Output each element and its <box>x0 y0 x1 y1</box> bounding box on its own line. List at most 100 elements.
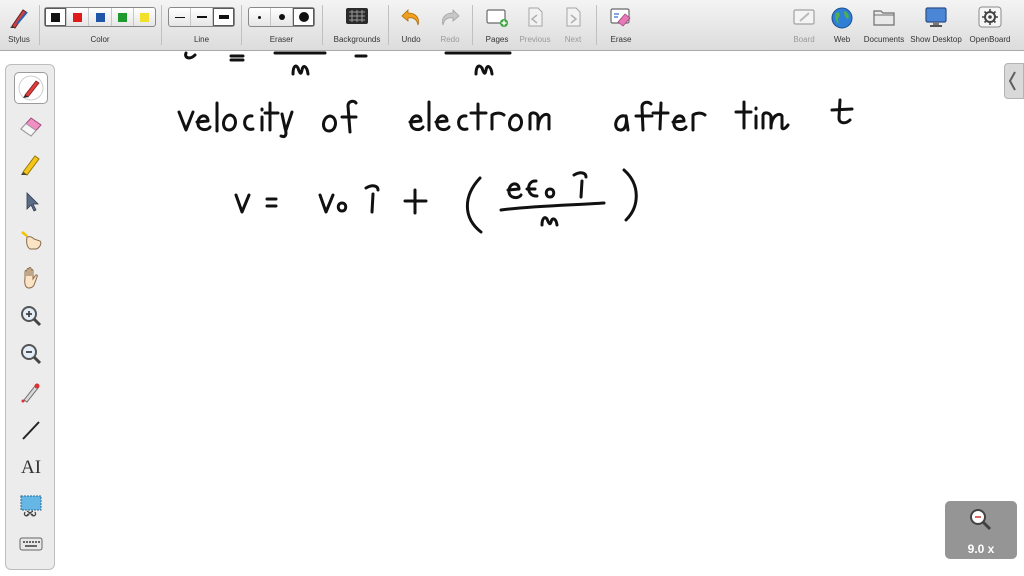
line-thin-option[interactable] <box>169 8 191 26</box>
eraser-large-option[interactable] <box>293 8 314 26</box>
show-desktop-button[interactable]: Show Desktop <box>909 0 963 50</box>
eraser-tool-button[interactable] <box>14 110 48 142</box>
ink-stroke <box>469 102 488 131</box>
zoom-indicator: 9.0 x <box>945 501 1017 559</box>
capture-tool-icon <box>20 495 42 517</box>
next-page-button[interactable]: Next <box>558 0 588 50</box>
ink-stroke <box>465 176 483 234</box>
erase-board-button[interactable]: Erase <box>605 0 637 50</box>
line-medium-glyph <box>196 16 207 18</box>
color-swatch-black[interactable] <box>45 8 68 26</box>
swatch-fill <box>73 12 83 22</box>
add-page-icon <box>486 9 508 27</box>
keyboard-tool-icon <box>19 537 43 551</box>
undo-arrow-icon <box>401 9 419 26</box>
text-tool-button[interactable]: AI <box>14 452 48 484</box>
hand-pan-tool-button[interactable] <box>14 262 48 294</box>
swatch-fill <box>117 12 127 22</box>
openboard-label: OpenBoard <box>969 35 1011 44</box>
ink-stroke <box>265 197 278 208</box>
pages-button[interactable]: Pages <box>482 0 512 50</box>
eraser-size-picker <box>248 7 315 27</box>
web-label: Web <box>833 35 851 44</box>
ink-stroke <box>457 114 469 131</box>
backgrounds-label: Backgrounds <box>333 35 381 44</box>
page-panel-handle[interactable] <box>1004 63 1024 99</box>
line-tool-icon <box>22 421 40 440</box>
whiteboard-canvas[interactable] <box>0 51 1024 576</box>
ink-stroke <box>229 54 245 62</box>
board-mode-button[interactable]: Board <box>788 0 820 50</box>
color-swatch-green[interactable] <box>112 8 134 26</box>
stylus-button[interactable]: Stylus <box>2 0 36 50</box>
ink-stroke <box>322 114 337 133</box>
ink-stroke <box>434 114 451 132</box>
color-swatch-yellow[interactable] <box>134 8 155 26</box>
backgrounds-button[interactable]: Backgrounds <box>330 0 384 50</box>
color-swatch-blue[interactable] <box>89 8 112 26</box>
eraser-medium-option[interactable] <box>271 8 293 26</box>
ink-stroke <box>364 184 380 192</box>
text-tool-icon: AI <box>20 457 42 478</box>
line-width-picker <box>168 7 235 27</box>
ink-stroke <box>336 201 348 213</box>
zoom-out-tool-button[interactable] <box>14 338 48 370</box>
pages-label: Pages <box>485 35 509 44</box>
ink-stroke <box>474 64 494 76</box>
ink-stroke <box>490 111 506 131</box>
eraser-small-option[interactable] <box>249 8 271 26</box>
line-tool-button[interactable] <box>14 414 48 446</box>
toolbar-divider <box>388 5 389 45</box>
redo-arrow-icon <box>442 9 460 26</box>
keyboard-tool-button[interactable] <box>14 528 48 560</box>
capture-tool-button[interactable] <box>14 490 48 522</box>
ink-stroke <box>830 98 854 125</box>
ink-stroke <box>544 187 556 199</box>
ink-stroke <box>184 51 197 60</box>
undo-label: Undo <box>401 35 421 44</box>
ink-stroke <box>525 179 539 198</box>
eraser-small-glyph <box>258 15 261 19</box>
settings-gear-icon <box>978 6 1002 28</box>
ink-stroke <box>234 193 251 214</box>
laser-pointer-tool-button[interactable] <box>14 376 48 408</box>
grip-icon <box>1008 71 1016 91</box>
highlighter-tool-button[interactable] <box>14 148 48 180</box>
line-thick-option[interactable] <box>213 8 234 26</box>
ink-stroke <box>691 111 707 132</box>
ink-stroke <box>528 111 551 131</box>
ink-stroke <box>177 110 195 132</box>
color-swatch-red[interactable] <box>67 8 90 26</box>
documents-button[interactable]: Documents <box>862 0 906 50</box>
next-label: Next <box>564 35 582 44</box>
zoom-in-tool-button[interactable] <box>14 300 48 332</box>
line-thin-glyph <box>174 16 185 18</box>
swatch-fill <box>95 12 105 22</box>
ink-stroke <box>279 110 294 138</box>
selector-tool-button[interactable] <box>14 186 48 218</box>
ink-stroke <box>291 64 310 76</box>
toolbar-divider <box>472 5 473 45</box>
toolbar-divider <box>161 5 162 45</box>
hand-pan-tool-icon <box>24 267 38 289</box>
pointer-hand-tool-icon <box>21 231 42 250</box>
web-button[interactable]: Web <box>827 0 857 50</box>
pen-tool-button[interactable] <box>14 72 48 104</box>
redo-button[interactable]: Redo <box>435 0 465 50</box>
ink-stroke <box>499 201 606 212</box>
previous-page-button[interactable]: Previous <box>517 0 553 50</box>
redo-label: Redo <box>440 35 460 44</box>
ink-stroke <box>506 182 523 200</box>
zoom-out-tool-icon <box>21 344 42 365</box>
ink-stroke <box>761 111 790 131</box>
ink-stroke <box>651 101 670 131</box>
undo-button[interactable]: Undo <box>396 0 426 50</box>
pointer-hand-tool-button[interactable] <box>14 224 48 256</box>
eraser-group: Eraser <box>248 0 315 50</box>
line-medium-option[interactable] <box>191 8 213 26</box>
ink-stroke <box>340 99 358 134</box>
backgrounds-grid-icon <box>346 8 368 24</box>
openboard-menu-button[interactable]: OpenBoard <box>966 0 1014 50</box>
ink-stroke <box>195 114 212 132</box>
folder-icon <box>873 10 895 26</box>
